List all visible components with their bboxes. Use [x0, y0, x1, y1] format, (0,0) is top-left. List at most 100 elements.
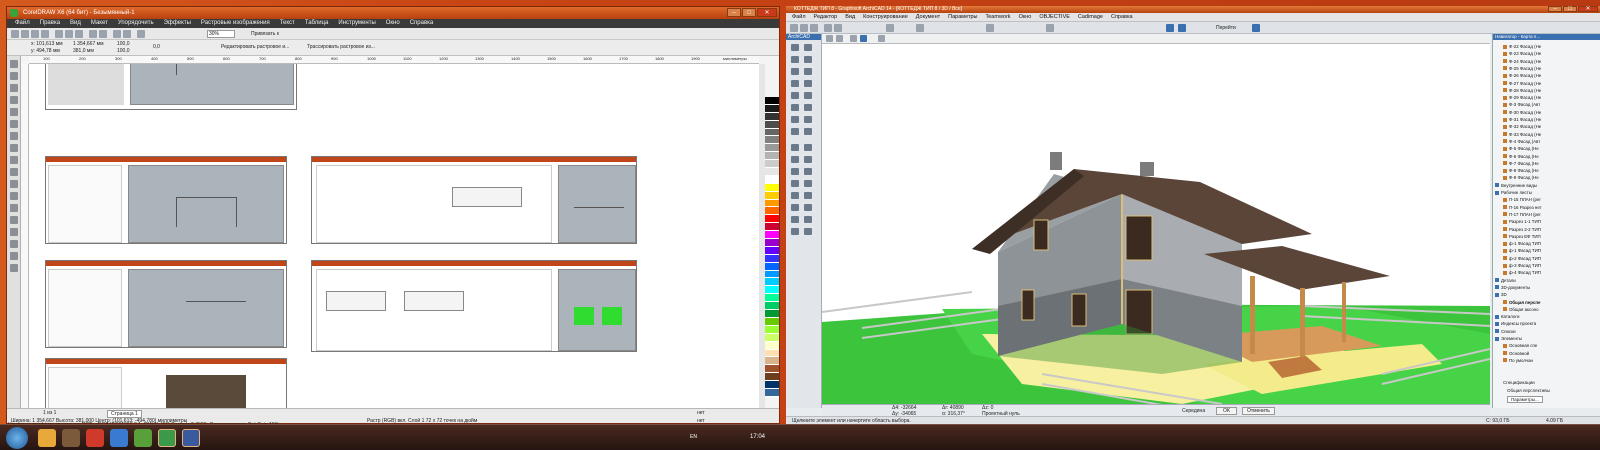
paste-icon[interactable]: [75, 30, 83, 38]
open-file-icon[interactable]: [21, 30, 29, 38]
menu-item[interactable]: Файл: [792, 13, 806, 21]
zoom-icon[interactable]: [916, 24, 924, 32]
arrow-tool-icon[interactable]: [791, 44, 799, 51]
navigator-item[interactable]: ф-2 Фасад ТИП: [1503, 256, 1541, 262]
shell-tool-icon[interactable]: [804, 104, 812, 111]
edit-bitmap-button[interactable]: Редактировать растровое и...: [221, 44, 289, 50]
navigator-item[interactable]: Общая перспе: [1503, 300, 1540, 306]
archicad-3d-viewport[interactable]: [822, 44, 1490, 404]
navigator-item[interactable]: Ф-5 Фасад (Не: [1503, 146, 1539, 152]
navigator-item[interactable]: П-16 Разрез нет: [1503, 205, 1542, 211]
wall-tool-icon[interactable]: [791, 56, 799, 63]
navigator-item[interactable]: Каталоги: [1495, 314, 1519, 320]
redo-icon[interactable]: [834, 24, 842, 32]
palette-swatch[interactable]: [765, 310, 779, 318]
palette-swatch[interactable]: [765, 325, 779, 334]
navigator-item[interactable]: Ф-25 Фасад (Не: [1503, 66, 1541, 72]
navigator-item[interactable]: Внутренние виды: [1495, 183, 1537, 189]
menu-item[interactable]: Cadimage: [1078, 13, 1103, 21]
palette-swatch[interactable]: [765, 349, 779, 358]
navigator-item[interactable]: ф-4 Фасад ТИП: [1503, 270, 1541, 276]
pick-tool-icon[interactable]: [10, 60, 18, 68]
detail-tool-icon[interactable]: [791, 216, 799, 223]
camera-tool-icon[interactable]: [804, 228, 812, 235]
select-arrow-icon[interactable]: [826, 35, 833, 42]
menu-item[interactable]: Справка: [410, 19, 434, 28]
midpoint-label[interactable]: Середина: [1182, 408, 1205, 414]
navigator-item[interactable]: Ф-33 Фасад (Не: [1503, 132, 1541, 138]
roof-tool-icon[interactable]: [791, 104, 799, 111]
minimize-button[interactable]: –: [1548, 6, 1562, 12]
scale-y-field[interactable]: 100,0: [117, 48, 130, 54]
column-tool-icon[interactable]: [804, 56, 812, 63]
palette-swatch[interactable]: [765, 317, 779, 326]
navigator-icon[interactable]: [1252, 24, 1260, 32]
palette-swatch[interactable]: [765, 168, 779, 176]
palette-swatch[interactable]: [765, 373, 779, 382]
opera-icon[interactable]: [86, 429, 104, 447]
palette-swatch[interactable]: [765, 128, 779, 137]
ellipse-tool-icon[interactable]: [10, 144, 18, 152]
zoom-level-select[interactable]: 30%: [207, 30, 235, 38]
menu-item[interactable]: Вид: [70, 19, 81, 28]
palette-swatch[interactable]: [765, 254, 779, 263]
navigator-item[interactable]: Элементы: [1495, 336, 1522, 342]
navigator-item[interactable]: Ф-8 Фасад (Не: [1503, 168, 1539, 174]
ok-button[interactable]: OK: [1216, 407, 1238, 415]
line-tool-icon[interactable]: [804, 168, 812, 175]
palette-swatch[interactable]: [765, 136, 779, 145]
maximize-button[interactable]: □: [742, 8, 756, 17]
menu-item[interactable]: Правка: [40, 19, 60, 28]
layers-icon[interactable]: [986, 24, 994, 32]
palette-swatch[interactable]: [765, 160, 779, 169]
drawing-thumbnail[interactable]: [45, 358, 287, 408]
palette-swatch[interactable]: [765, 365, 779, 374]
text-tool-icon[interactable]: [10, 168, 18, 176]
media-player-icon[interactable]: [62, 429, 80, 447]
coreldraw-taskbar-icon[interactable]: [158, 429, 176, 447]
print-icon[interactable]: [41, 30, 49, 38]
outline-tool-icon[interactable]: [10, 240, 18, 248]
blend-tool-icon[interactable]: [10, 216, 18, 224]
save-icon[interactable]: [31, 30, 39, 38]
close-button[interactable]: ✕: [757, 8, 777, 17]
palette-swatch[interactable]: [765, 239, 779, 247]
menu-item[interactable]: Teamwork: [986, 13, 1011, 21]
cut-icon[interactable]: [55, 30, 63, 38]
navigator-item[interactable]: Индексы проекта: [1495, 321, 1536, 327]
menu-item[interactable]: Редактор: [814, 13, 838, 21]
text-tool-icon[interactable]: [804, 144, 812, 151]
door-tool-icon[interactable]: [791, 80, 799, 87]
navigator-item[interactable]: ф-1 Фасад ТИП: [1503, 248, 1541, 254]
navigator-item[interactable]: Ф-27 Фасад (Не: [1503, 81, 1541, 87]
interactive-fill-tool-icon[interactable]: [10, 264, 18, 272]
palette-swatch[interactable]: [765, 357, 779, 366]
navigator-item[interactable]: Основной: [1503, 351, 1529, 357]
dimension-tool-icon[interactable]: [791, 144, 799, 151]
shape-tool-icon[interactable]: [10, 72, 18, 80]
navigator-item[interactable]: Ф-32 Фасад (Не: [1503, 124, 1541, 130]
snap-to-dropdown[interactable]: Привязать к: [251, 31, 279, 37]
palette-swatch[interactable]: [765, 246, 779, 255]
new-file-icon[interactable]: [790, 24, 798, 32]
marquee-icon[interactable]: [836, 35, 843, 42]
palette-swatch[interactable]: [765, 112, 779, 121]
navigator-item[interactable]: Общая аксоно: [1503, 307, 1539, 313]
mesh-tool-icon[interactable]: [791, 116, 799, 123]
palette-swatch[interactable]: [765, 294, 779, 303]
params-button[interactable]: Параметры...: [1507, 396, 1543, 403]
minimize-button[interactable]: –: [727, 8, 741, 17]
pointer-icon[interactable]: [878, 35, 885, 42]
redo-icon[interactable]: [99, 30, 107, 38]
navigator-item[interactable]: ф-1 Фасад ТИП: [1503, 241, 1541, 247]
save-icon[interactable]: [810, 24, 818, 32]
open-file-icon[interactable]: [800, 24, 808, 32]
goto-dropdown[interactable]: Перейти: [1216, 25, 1236, 31]
zoom-tool-icon[interactable]: [10, 96, 18, 104]
navigator-item[interactable]: Ф-26 Фасад (Не: [1503, 73, 1541, 79]
undo-icon[interactable]: [89, 30, 97, 38]
palette-swatch[interactable]: [765, 302, 779, 311]
smart-fill-tool-icon[interactable]: [10, 120, 18, 128]
3d-view-icon[interactable]: [1046, 24, 1054, 32]
morph-tool-icon[interactable]: [804, 128, 812, 135]
